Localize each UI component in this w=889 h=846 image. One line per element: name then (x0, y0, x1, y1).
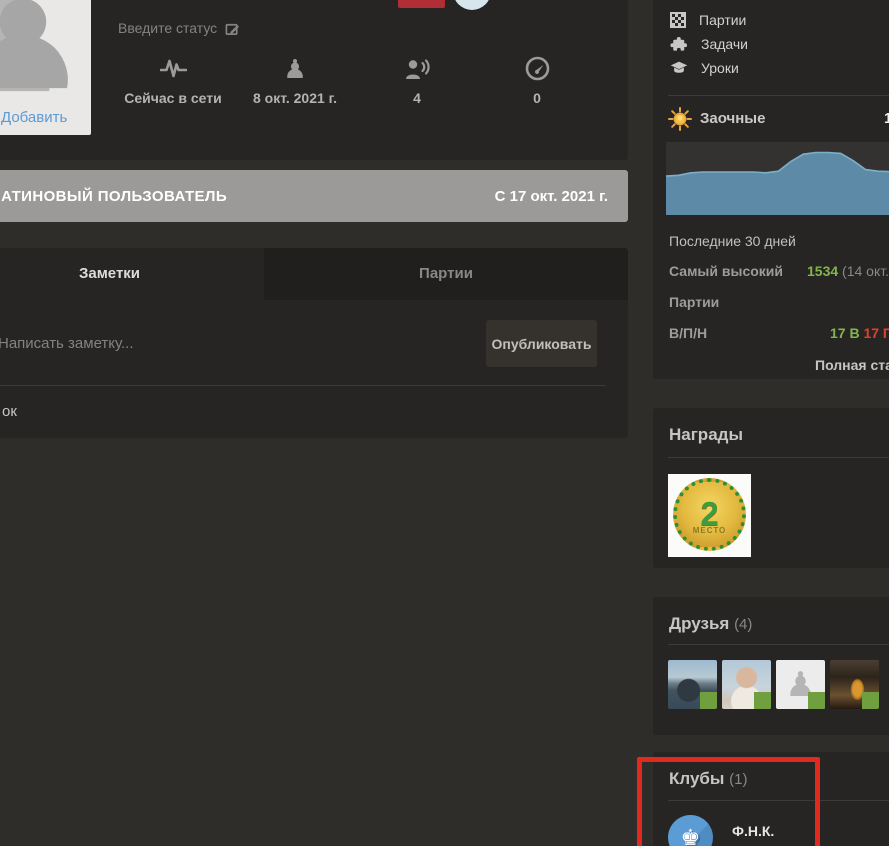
sidebar-item-label: Уроки (701, 60, 739, 76)
wld-label: В/П/Н (669, 325, 708, 341)
pulse-icon (111, 52, 235, 82)
daily-rating-value: 1 (884, 110, 889, 127)
stat-friends: 4 (355, 52, 479, 106)
stat-joined-label: 8 окт. 2021 г. (253, 90, 337, 106)
notes-panel: Заметки Партии Написать заметку... Опубл… (0, 248, 628, 438)
friends-count: (4) (734, 616, 753, 633)
chessboard-icon (670, 12, 686, 28)
annotation-rectangle (637, 757, 820, 846)
note-item: ок (2, 403, 17, 420)
awards-divider (668, 457, 889, 458)
awards-panel: Награды 2 МЕСТО (653, 408, 889, 568)
highest-rating-value: 1534 (14 окт. 2021 г.) (807, 263, 889, 279)
wld-values: 17 В 17 П 1 Н (830, 325, 889, 341)
tab-games[interactable]: Партии (264, 248, 628, 300)
publish-button[interactable]: Опубликовать (486, 320, 597, 367)
note-input[interactable]: Написать заметку... (0, 335, 134, 352)
sidebar-item-label: Задачи (701, 36, 749, 52)
sidebar-item-label: Партии (699, 12, 747, 28)
awards-title: Награды (669, 425, 743, 444)
friends-title: Друзья (4) (669, 614, 753, 633)
stat-online-label: Сейчас в сети (124, 90, 222, 106)
sun-icon (668, 107, 692, 131)
friends-row: ♟ (668, 660, 879, 709)
stat-points-count: 0 (533, 90, 541, 106)
daily-chess-row[interactable]: Заочные 1 (668, 106, 889, 136)
online-badge (862, 692, 879, 709)
profile-page: ♟ Добавить kiddies0t5natale Введите стат… (0, 0, 889, 846)
status-placeholder: Введите статус (118, 20, 218, 36)
profile-badge-icon (453, 0, 491, 10)
status-input[interactable]: Введите статус (118, 20, 240, 36)
games-count-label: Партии (669, 294, 720, 310)
sidebar-item-puzzles[interactable]: Задачи (670, 32, 889, 56)
friends-panel: Друзья (4) ♟ (653, 597, 889, 735)
stats-period-label: Последние 30 дней (669, 233, 796, 249)
online-badge (808, 692, 825, 709)
graduation-cap-icon (670, 61, 688, 73)
sidebar-divider (668, 95, 889, 96)
medal-caption: МЕСТО (692, 526, 727, 535)
membership-since: С 17 окт. 2021 г. (494, 187, 608, 205)
friend-avatar[interactable] (830, 660, 879, 709)
friend-avatar[interactable] (722, 660, 771, 709)
award-medal-2nd-place[interactable]: 2 МЕСТО (668, 474, 751, 557)
profile-avatar[interactable]: ♟ Добавить (0, 0, 91, 135)
online-badge (754, 692, 771, 709)
profile-header-panel: ♟ Добавить kiddies0t5natale Введите стат… (0, 0, 628, 160)
full-stats-link[interactable]: Полная статистика (815, 357, 889, 373)
stat-online: Сейчас в сети (111, 52, 235, 106)
medal-ring: 2 МЕСТО (673, 478, 746, 551)
highest-rating-label: Самый высокий (669, 263, 783, 279)
edit-status-icon[interactable] (225, 21, 240, 36)
rating-sparkline (666, 142, 889, 215)
puzzle-icon (670, 36, 688, 51)
country-flag-icon (398, 0, 445, 8)
friends-divider (668, 644, 889, 645)
pawn-icon: ♟ (283, 54, 307, 84)
gauge-icon (475, 52, 599, 82)
sidebar-item-games[interactable]: Партии (670, 8, 889, 32)
daily-chess-label: Заочные (700, 110, 766, 127)
sidebar-item-lessons[interactable]: Уроки (670, 56, 889, 80)
membership-banner: ПЛАТИНОВЫЙ ПОЛЬЗОВАТЕЛЬ С 17 окт. 2021 г… (0, 170, 628, 222)
pawn-avatar-icon: ♟ (0, 0, 91, 121)
add-photo-link[interactable]: Добавить (1, 109, 67, 126)
page-title-username: kiddies0t5natale (118, 0, 367, 6)
stat-friends-count: 4 (413, 90, 421, 106)
notes-divider (0, 385, 606, 386)
online-badge (700, 692, 717, 709)
stat-joined: ♟ 8 окт. 2021 г. (233, 52, 357, 106)
sidebar-stats-panel: Партии Задачи Уроки Заочные 1 Последние … (653, 0, 889, 379)
membership-title: ПЛАТИНОВЫЙ ПОЛЬЗОВАТЕЛЬ (0, 187, 228, 205)
friend-avatar[interactable]: ♟ (776, 660, 825, 709)
stat-points: 0 (475, 52, 599, 106)
tab-notes[interactable]: Заметки (0, 248, 264, 300)
friend-avatar[interactable] (668, 660, 717, 709)
members-icon (355, 52, 479, 82)
